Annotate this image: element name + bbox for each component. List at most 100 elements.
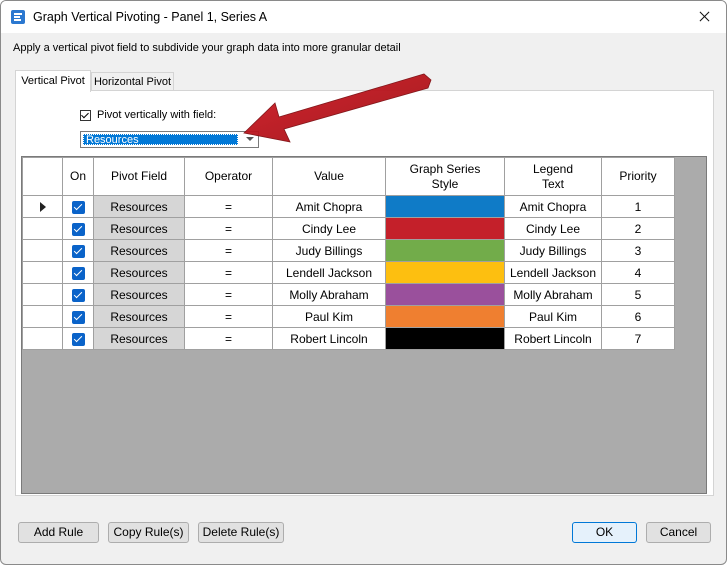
column-header-value[interactable]: Value: [272, 157, 386, 196]
close-icon[interactable]: [682, 1, 726, 33]
row-header-corner: [22, 157, 63, 196]
pivot-rules-table: On Pivot Field Operator Value Graph Seri…: [22, 157, 675, 350]
dialog-window: Graph Vertical Pivoting - Panel 1, Serie…: [0, 0, 727, 565]
legend-text-cell[interactable]: Paul Kim: [504, 305, 602, 328]
on-checkbox[interactable]: [71, 288, 85, 302]
column-header-graph-series-style[interactable]: Graph Series Style: [385, 157, 505, 196]
table-row[interactable]: Resources = Cindy Lee Cindy Lee 2: [22, 217, 675, 240]
row-header[interactable]: [22, 239, 63, 262]
ok-button[interactable]: OK: [572, 522, 637, 543]
value-cell[interactable]: Paul Kim: [272, 305, 386, 328]
delete-rules-button[interactable]: Delete Rule(s): [198, 522, 284, 543]
table-row[interactable]: Resources = Robert Lincoln Robert Lincol…: [22, 327, 675, 350]
legend-text-cell[interactable]: Lendell Jackson: [504, 261, 602, 284]
value-cell[interactable]: Amit Chopra: [272, 195, 386, 218]
on-cell[interactable]: [62, 217, 94, 240]
priority-cell[interactable]: 6: [601, 305, 675, 328]
table-row[interactable]: Resources = Amit Chopra Amit Chopra 1: [22, 195, 675, 218]
priority-cell[interactable]: 3: [601, 239, 675, 262]
legend-text-cell[interactable]: Robert Lincoln: [504, 327, 602, 350]
operator-cell[interactable]: =: [184, 305, 273, 328]
table-header-row: On Pivot Field Operator Value Graph Seri…: [22, 157, 675, 196]
value-cell[interactable]: Lendell Jackson: [272, 261, 386, 284]
table-row[interactable]: Resources = Molly Abraham Molly Abraham …: [22, 283, 675, 306]
column-header-legend-text-label: Legend Text: [532, 161, 574, 191]
priority-cell[interactable]: 5: [601, 283, 675, 306]
priority-cell[interactable]: 4: [601, 261, 675, 284]
row-header[interactable]: [22, 195, 63, 218]
on-checkbox[interactable]: [71, 310, 85, 324]
pivot-field-cell[interactable]: Resources: [93, 195, 185, 218]
on-checkbox[interactable]: [71, 200, 85, 214]
priority-cell[interactable]: 7: [601, 327, 675, 350]
app-icon: [11, 10, 25, 24]
pivot-rules-grid: On Pivot Field Operator Value Graph Seri…: [21, 156, 707, 494]
title-bar: Graph Vertical Pivoting - Panel 1, Serie…: [1, 1, 726, 33]
value-cell[interactable]: Cindy Lee: [272, 217, 386, 240]
on-checkbox[interactable]: [71, 332, 85, 346]
value-cell[interactable]: Judy Billings: [272, 239, 386, 262]
on-cell[interactable]: [62, 239, 94, 262]
pivot-field-cell[interactable]: Resources: [93, 261, 185, 284]
chevron-down-icon[interactable]: [246, 137, 254, 141]
pivot-field-cell[interactable]: Resources: [93, 305, 185, 328]
row-header[interactable]: [22, 283, 63, 306]
window-title: Graph Vertical Pivoting - Panel 1, Serie…: [33, 10, 268, 24]
priority-cell[interactable]: 1: [601, 195, 675, 218]
value-cell[interactable]: Robert Lincoln: [272, 327, 386, 350]
on-cell[interactable]: [62, 327, 94, 350]
on-cell[interactable]: [62, 305, 94, 328]
pivot-field-cell[interactable]: Resources: [93, 217, 185, 240]
operator-cell[interactable]: =: [184, 195, 273, 218]
tab-vertical-pivot[interactable]: Vertical Pivot: [15, 70, 91, 92]
row-header[interactable]: [22, 305, 63, 328]
operator-cell[interactable]: =: [184, 261, 273, 284]
operator-cell[interactable]: =: [184, 217, 273, 240]
series-style-cell[interactable]: [385, 305, 505, 328]
column-header-pivot-field[interactable]: Pivot Field: [93, 157, 185, 196]
pivot-field-cell[interactable]: Resources: [93, 283, 185, 306]
series-style-cell[interactable]: [385, 239, 505, 262]
series-style-cell[interactable]: [385, 261, 505, 284]
on-checkbox[interactable]: [71, 222, 85, 236]
on-checkbox[interactable]: [71, 266, 85, 280]
pivot-vertically-label: Pivot vertically with field:: [97, 109, 217, 121]
pivot-field-cell[interactable]: Resources: [93, 239, 185, 262]
add-rule-button[interactable]: Add Rule: [18, 522, 99, 543]
pivot-field-selected-value: Resources: [83, 134, 238, 146]
table-row[interactable]: Resources = Paul Kim Paul Kim 6: [22, 305, 675, 328]
column-header-pivot-field-label: Pivot Field: [110, 169, 168, 183]
column-header-priority[interactable]: Priority: [601, 157, 675, 196]
tab-horizontal-pivot[interactable]: Horizontal Pivot: [91, 72, 174, 91]
operator-cell[interactable]: =: [184, 283, 273, 306]
pivot-field-select[interactable]: Resources: [80, 131, 259, 148]
row-header[interactable]: [22, 327, 63, 350]
legend-text-cell[interactable]: Cindy Lee: [504, 217, 602, 240]
table-row[interactable]: Resources = Judy Billings Judy Billings …: [22, 239, 675, 262]
series-style-cell[interactable]: [385, 327, 505, 350]
on-cell[interactable]: [62, 283, 94, 306]
cancel-button[interactable]: Cancel: [646, 522, 711, 543]
column-header-operator[interactable]: Operator: [184, 157, 273, 196]
series-style-cell[interactable]: [385, 217, 505, 240]
legend-text-cell[interactable]: Amit Chopra: [504, 195, 602, 218]
value-cell[interactable]: Molly Abraham: [272, 283, 386, 306]
on-cell[interactable]: [62, 261, 94, 284]
table-row[interactable]: Resources = Lendell Jackson Lendell Jack…: [22, 261, 675, 284]
legend-text-cell[interactable]: Molly Abraham: [504, 283, 602, 306]
series-style-cell[interactable]: [385, 195, 505, 218]
on-cell[interactable]: [62, 195, 94, 218]
pivot-vertically-checkbox[interactable]: [80, 110, 91, 121]
row-header[interactable]: [22, 217, 63, 240]
column-header-on[interactable]: On: [62, 157, 94, 196]
priority-cell[interactable]: 2: [601, 217, 675, 240]
operator-cell[interactable]: =: [184, 327, 273, 350]
legend-text-cell[interactable]: Judy Billings: [504, 239, 602, 262]
copy-rules-button[interactable]: Copy Rule(s): [108, 522, 189, 543]
series-style-cell[interactable]: [385, 283, 505, 306]
column-header-legend-text[interactable]: Legend Text: [504, 157, 602, 196]
pivot-field-cell[interactable]: Resources: [93, 327, 185, 350]
row-header[interactable]: [22, 261, 63, 284]
operator-cell[interactable]: =: [184, 239, 273, 262]
on-checkbox[interactable]: [71, 244, 85, 258]
